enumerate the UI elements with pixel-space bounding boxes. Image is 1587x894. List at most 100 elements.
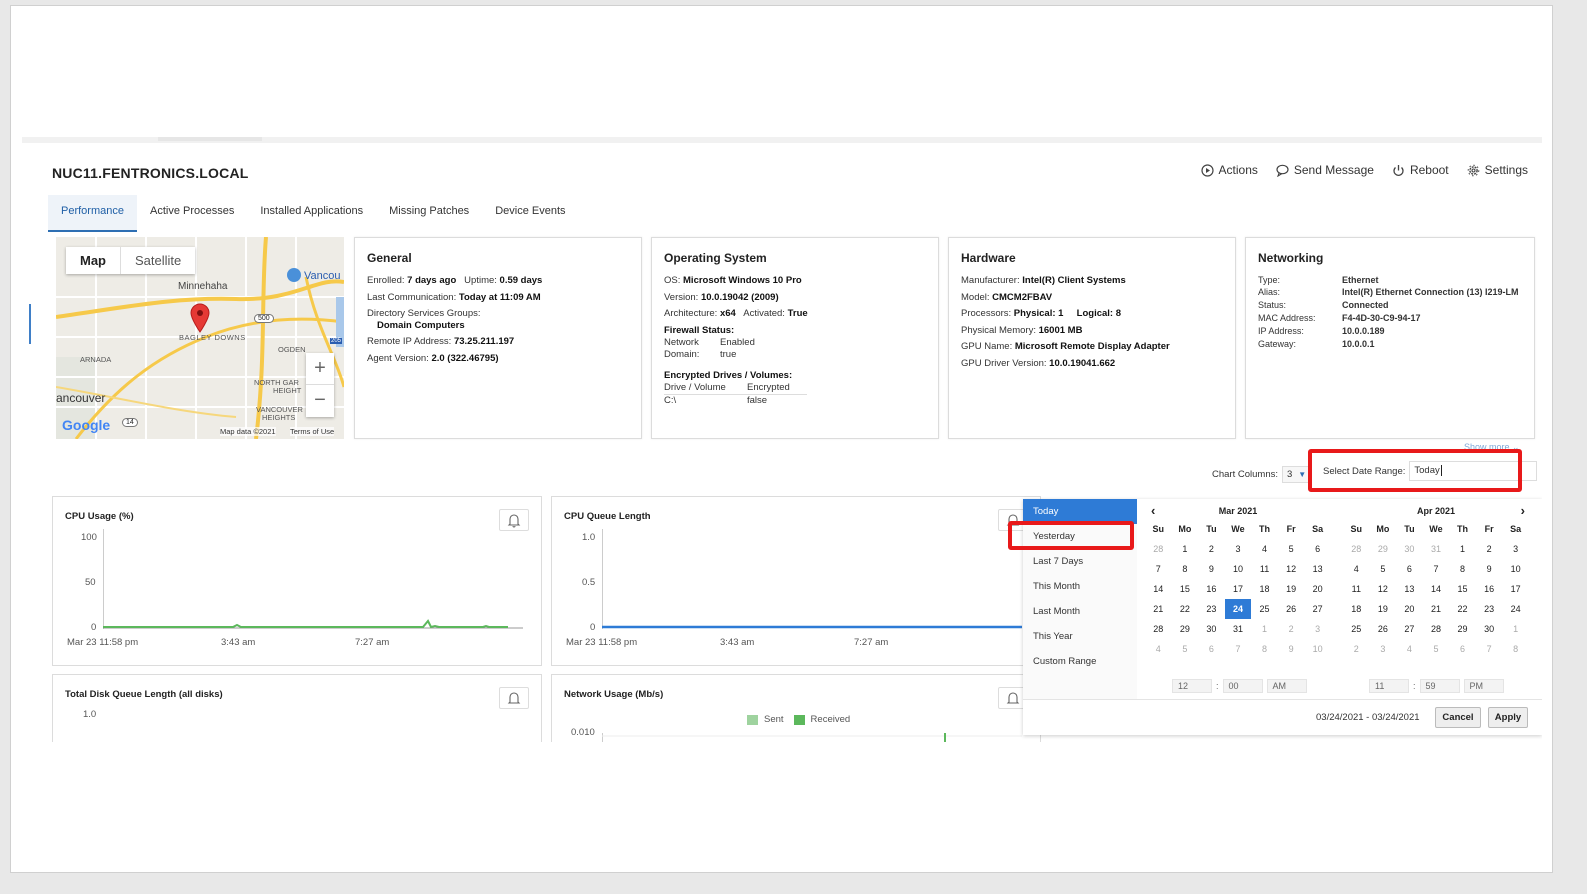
calendar-day[interactable]: 31 — [1423, 539, 1450, 559]
cancel-button[interactable]: Cancel — [1435, 707, 1481, 728]
calendar-day[interactable]: 9 — [1198, 559, 1225, 579]
calendar-day[interactable]: 24 — [1502, 599, 1529, 619]
calendar-day[interactable]: 14 — [1423, 579, 1450, 599]
end-hour-select[interactable]: 11 — [1369, 679, 1409, 693]
calendar-day[interactable]: 4 — [1396, 639, 1423, 659]
calendar-day[interactable]: 8 — [1502, 639, 1529, 659]
calendar-day[interactable]: 28 — [1145, 539, 1172, 559]
calendar-day[interactable]: 7 — [1476, 639, 1503, 659]
calendar-day[interactable]: 5 — [1370, 559, 1397, 579]
calendar-day[interactable]: 13 — [1304, 559, 1331, 579]
tab-installed-applications[interactable]: Installed Applications — [247, 195, 376, 232]
calendar-day[interactable]: 27 — [1396, 619, 1423, 639]
calendar-day[interactable]: 10 — [1502, 559, 1529, 579]
calendar-day[interactable]: 10 — [1304, 639, 1331, 659]
calendar-day[interactable]: 30 — [1396, 539, 1423, 559]
calendar-day[interactable]: 23 — [1476, 599, 1503, 619]
map-button[interactable]: Map — [66, 247, 120, 274]
prev-month-button[interactable]: ‹ — [1151, 503, 1155, 519]
calendar-day[interactable]: 6 — [1449, 639, 1476, 659]
calendar-day[interactable]: 1 — [1251, 619, 1278, 639]
send-message-button[interactable]: Send Message — [1276, 163, 1374, 177]
end-minute-select[interactable]: 59 — [1419, 679, 1460, 693]
actions-button[interactable]: Actions — [1200, 163, 1258, 177]
tab-device-events[interactable]: Device Events — [482, 195, 578, 232]
calendar-day[interactable]: 20 — [1304, 579, 1331, 599]
tab-active-processes[interactable]: Active Processes — [137, 195, 247, 232]
calendar-day[interactable]: 18 — [1343, 599, 1370, 619]
calendar-day[interactable]: 22 — [1449, 599, 1476, 619]
calendar-day[interactable]: 3 — [1370, 639, 1397, 659]
calendar-day[interactable]: 8 — [1172, 559, 1199, 579]
calendar-day[interactable]: 8 — [1251, 639, 1278, 659]
calendar-day[interactable]: 15 — [1172, 579, 1199, 599]
device-location-map[interactable]: Map Satellite Minnehaha Vancou BAGLEY DO… — [56, 237, 344, 439]
calendar-day[interactable]: 2 — [1198, 539, 1225, 559]
calendar-day[interactable]: 4 — [1145, 639, 1172, 659]
calendar-day[interactable]: 4 — [1251, 539, 1278, 559]
end-ampm-select[interactable]: PM — [1463, 679, 1504, 693]
calendar-day[interactable]: 22 — [1172, 599, 1199, 619]
calendar-day[interactable]: 25 — [1251, 599, 1278, 619]
calendar-day[interactable]: 1 — [1502, 619, 1529, 639]
calendar-day[interactable]: 3 — [1502, 539, 1529, 559]
calendar-day[interactable]: 10 — [1225, 559, 1252, 579]
calendar-day[interactable]: 31 — [1225, 619, 1252, 639]
calendar-day[interactable]: 11 — [1251, 559, 1278, 579]
range-this-year[interactable]: This Year — [1023, 624, 1137, 649]
calendar-day[interactable]: 12 — [1370, 579, 1397, 599]
calendar-day[interactable]: 23 — [1198, 599, 1225, 619]
chart-columns-select[interactable]: 3 ▼ — [1282, 466, 1312, 483]
calendar-day[interactable]: 13 — [1396, 579, 1423, 599]
range-custom[interactable]: Custom Range — [1023, 649, 1137, 674]
calendar-day[interactable]: 17 — [1502, 579, 1529, 599]
calendar-day[interactable]: 6 — [1304, 539, 1331, 559]
calendar-day[interactable]: 3 — [1304, 619, 1331, 639]
range-this-month[interactable]: This Month — [1023, 574, 1137, 599]
calendar-day[interactable]: 18 — [1251, 579, 1278, 599]
tab-performance[interactable]: Performance — [48, 195, 137, 232]
calendar-day[interactable]: 5 — [1423, 639, 1450, 659]
calendar-day[interactable]: 29 — [1370, 539, 1397, 559]
calendar-day[interactable]: 28 — [1145, 619, 1172, 639]
calendar-day[interactable]: 27 — [1304, 599, 1331, 619]
range-yesterday[interactable]: Yesterday — [1023, 524, 1137, 549]
calendar-day[interactable]: 12 — [1278, 559, 1305, 579]
calendar-day[interactable]: 30 — [1198, 619, 1225, 639]
calendar-day[interactable]: 8 — [1449, 559, 1476, 579]
calendar-day[interactable]: 6 — [1198, 639, 1225, 659]
calendar-day[interactable]: 28 — [1343, 539, 1370, 559]
calendar-day[interactable]: 9 — [1476, 559, 1503, 579]
calendar-day[interactable]: 21 — [1145, 599, 1172, 619]
calendar-day[interactable]: 7 — [1423, 559, 1450, 579]
zoom-in-button[interactable]: + — [306, 353, 334, 385]
calendar-day[interactable]: 16 — [1198, 579, 1225, 599]
settings-button[interactable]: Settings — [1467, 163, 1528, 177]
map-terms-link[interactable]: Terms of Use — [290, 427, 335, 436]
calendar-day[interactable]: 15 — [1449, 579, 1476, 599]
range-last-7-days[interactable]: Last 7 Days — [1023, 549, 1137, 574]
calendar-day[interactable]: 26 — [1278, 599, 1305, 619]
tab-missing-patches[interactable]: Missing Patches — [376, 195, 482, 232]
show-more-link[interactable]: Show more ⌄ — [1464, 442, 1520, 450]
calendar-day[interactable]: 2 — [1278, 619, 1305, 639]
satellite-button[interactable]: Satellite — [120, 247, 195, 274]
calendar-day[interactable]: 28 — [1423, 619, 1450, 639]
calendar-day[interactable]: 3 — [1225, 539, 1252, 559]
calendar-day[interactable]: 7 — [1145, 559, 1172, 579]
range-last-month[interactable]: Last Month — [1023, 599, 1137, 624]
zoom-out-button[interactable]: − — [306, 385, 334, 415]
calendar-day[interactable]: 11 — [1343, 579, 1370, 599]
cpu-alert-button[interactable] — [499, 509, 529, 531]
start-ampm-select[interactable]: AM — [1266, 679, 1307, 693]
calendar-day[interactable]: 2 — [1343, 639, 1370, 659]
calendar-day[interactable]: 4 — [1343, 559, 1370, 579]
calendar-day[interactable]: 14 — [1145, 579, 1172, 599]
date-range-input[interactable]: Today — [1409, 461, 1538, 481]
start-minute-select[interactable]: 00 — [1222, 679, 1263, 693]
calendar-day[interactable]: 5 — [1278, 539, 1305, 559]
calendar-day[interactable]: 20 — [1396, 599, 1423, 619]
calendar-day[interactable]: 19 — [1370, 599, 1397, 619]
disk-alert-button[interactable] — [499, 687, 529, 709]
reboot-button[interactable]: Reboot — [1392, 163, 1449, 177]
